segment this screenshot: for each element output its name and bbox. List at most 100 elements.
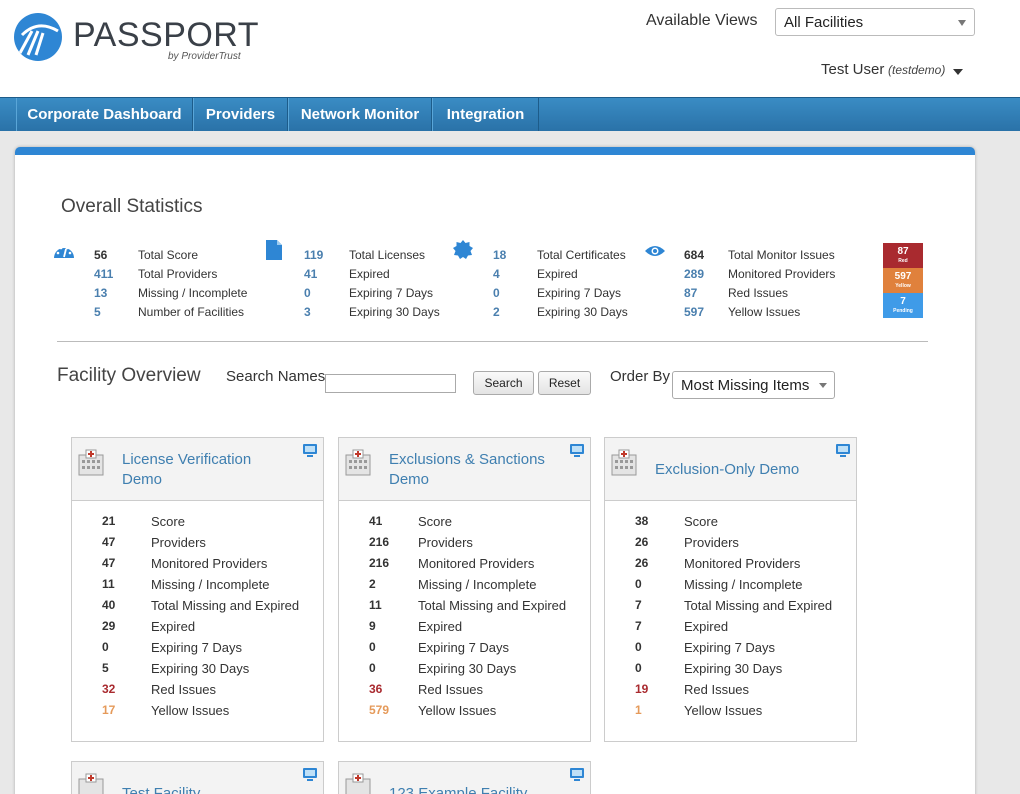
stat-value: 21 — [102, 514, 116, 528]
monitor-icon[interactable] — [302, 443, 318, 463]
monitor-icon[interactable] — [302, 767, 318, 787]
stat-label: Expired — [151, 619, 196, 634]
search-button[interactable]: Search — [473, 371, 534, 395]
monitor-icon[interactable] — [835, 443, 851, 463]
stat-value: 11 — [102, 577, 115, 591]
stat-label: Total Certificates — [537, 248, 626, 262]
monitor-icon[interactable] — [569, 443, 585, 463]
stat-row: 579 Yellow Issues — [339, 703, 589, 723]
stat-label: Score — [684, 514, 718, 529]
stat-row: 47 Providers — [72, 535, 322, 555]
stat-value: 0 — [369, 640, 376, 654]
stat-row: 9 Expired — [339, 619, 589, 639]
stat-label: Red Issues — [684, 682, 750, 697]
facility-card-header: Exclusions & Sanctions Demo — [339, 438, 590, 501]
user-name[interactable]: Test User — [821, 61, 884, 78]
facility-card-header: Test Facility — [72, 762, 323, 794]
stat-row: 26 Monitored Providers — [605, 556, 855, 576]
yellow-issues-badge[interactable]: 597 Yellow — [883, 268, 923, 293]
stat-row: 0 Expiring 7 Days — [339, 640, 589, 660]
stat-label: Providers — [418, 535, 473, 550]
facility-card-body: 38 Score 26 Providers 26 Monitored Provider… — [605, 501, 856, 741]
available-views-select[interactable]: All Facilities — [775, 8, 975, 36]
monitor-icon[interactable] — [569, 767, 585, 787]
stat-label: Total Providers — [138, 267, 218, 281]
stat-row: 11 Total Missing and Expired — [339, 598, 589, 618]
stat-value: 579 — [369, 703, 390, 717]
stat-value: 5 — [94, 305, 101, 319]
stat-label: Expiring 7 Days — [418, 640, 510, 655]
badge-value: 7 — [900, 296, 906, 307]
stat-label: Total Monitor Issues — [728, 248, 835, 262]
nav-integration[interactable]: Integration — [432, 98, 539, 131]
stat-value: 87 — [684, 286, 698, 300]
facility-card-title[interactable]: Test Facility — [122, 784, 292, 794]
stat-row: 38 Score — [605, 514, 855, 534]
stat-row: 21 Score — [72, 514, 322, 534]
stat-row: 17 Yellow Issues — [72, 703, 322, 723]
gauge-icon — [53, 242, 75, 265]
badge-label: Yellow — [895, 283, 911, 289]
stat-value: 38 — [635, 514, 649, 528]
stat-row: 0 Missing / Incomplete — [605, 577, 855, 597]
red-issues-badge[interactable]: 87 Red — [883, 243, 923, 268]
stat-label: Monitored Providers — [728, 267, 836, 281]
stat-label: Yellow Issues — [728, 305, 801, 319]
section-divider — [57, 341, 928, 342]
stat-value: 597 — [684, 305, 705, 319]
stat-row: 11 Missing / Incomplete — [72, 577, 322, 597]
reset-button[interactable]: Reset — [538, 371, 591, 395]
stat-value: 7 — [635, 619, 642, 633]
stat-value: 56 — [94, 248, 108, 262]
stat-row: 216 Monitored Providers — [339, 556, 589, 576]
user-menu-caret-icon[interactable] — [953, 69, 963, 75]
facility-card[interactable]: Exclusion-Only Demo 38 Score 26 Providers … — [604, 437, 857, 742]
stat-value: 9 — [369, 619, 376, 633]
stat-value: 0 — [102, 640, 109, 654]
stat-row: 0 Expiring 7 Days — [605, 640, 855, 660]
stat-label: Expiring 7 Days — [684, 640, 776, 655]
stat-value: 3 — [304, 305, 311, 319]
stat-value: 18 — [493, 248, 507, 262]
stat-label: Red Issues — [151, 682, 217, 697]
stat-row: 29 Expired — [72, 619, 322, 639]
facility-card-title[interactable]: Exclusions & Sanctions Demo — [389, 450, 559, 490]
nav-network-monitor[interactable]: Network Monitor — [288, 98, 432, 131]
facility-card[interactable]: 123 Example Facility — [338, 761, 591, 794]
facility-card[interactable]: Exclusions & Sanctions Demo 41 Score 216 P… — [338, 437, 591, 742]
badge-label: Pending — [893, 308, 913, 314]
stat-value: 216 — [369, 535, 390, 549]
available-views-label: Available Views — [646, 12, 758, 29]
stat-label: Expiring 7 Days — [537, 286, 622, 300]
user-id[interactable]: (testdemo) — [888, 63, 945, 77]
facility-overview-title: Facility Overview — [57, 365, 201, 386]
nav-providers[interactable]: Providers — [193, 98, 288, 131]
order-by-select[interactable]: Most Missing Items — [672, 371, 835, 399]
stat-value: 0 — [304, 286, 311, 300]
facility-card[interactable]: Test Facility — [71, 761, 324, 794]
passport-logo-icon[interactable] — [14, 13, 62, 61]
stat-row: 47 Monitored Providers — [72, 556, 322, 576]
eye-icon — [644, 244, 666, 263]
stat-value: 4 — [493, 267, 500, 281]
order-by-value: Most Missing Items — [681, 377, 810, 394]
facility-card[interactable]: License Verification Demo 21 Score 47 Prov… — [71, 437, 324, 742]
facility-card-title[interactable]: 123 Example Facility — [389, 784, 559, 794]
search-names-input[interactable] — [325, 374, 456, 393]
overall-statistics-title: Overall Statistics — [61, 196, 203, 217]
pending-badge[interactable]: 7 Pending — [883, 293, 923, 318]
stat-row: 26 Providers — [605, 535, 855, 555]
nav-corporate-dashboard[interactable]: Corporate Dashboard — [16, 98, 193, 131]
stat-value: 47 — [102, 535, 116, 549]
stat-label: Total Score — [138, 248, 199, 262]
stat-label: Monitored Providers — [684, 556, 801, 571]
stat-value: 0 — [635, 640, 642, 654]
stat-label: Total Missing and Expired — [684, 598, 833, 613]
facility-card-title[interactable]: License Verification Demo — [122, 450, 292, 490]
stat-value: 19 — [635, 682, 649, 696]
chevron-down-icon — [958, 20, 966, 26]
stat-value: 2 — [493, 305, 500, 319]
facility-card-title[interactable]: Exclusion-Only Demo — [655, 460, 825, 480]
stat-label: Score — [418, 514, 452, 529]
badge-label: Red — [898, 258, 908, 264]
